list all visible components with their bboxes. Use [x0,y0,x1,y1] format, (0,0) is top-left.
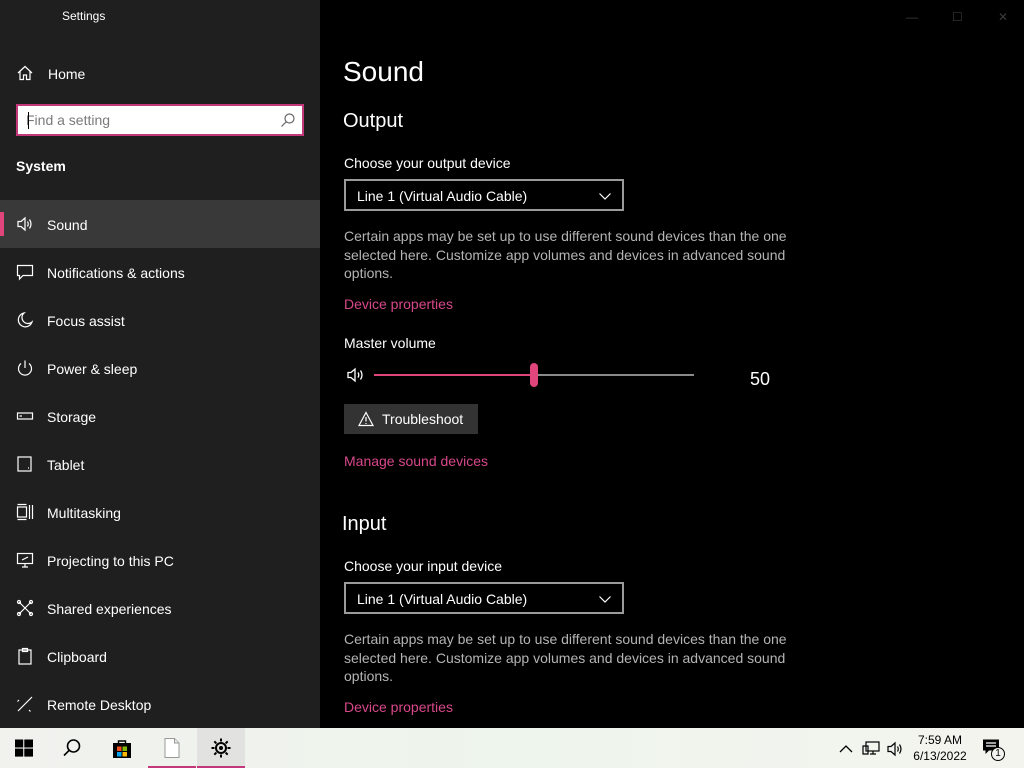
clock-time: 7:59 AM [917,733,963,747]
sidebar-item-multitasking[interactable]: Multitasking [0,488,320,536]
main-content: Sound Output Choose your output device L… [320,0,1024,728]
input-device-dropdown[interactable]: Line 1 (Virtual Audio Cable) [344,582,624,614]
gear-icon [211,738,231,758]
taskbar-clock[interactable]: 7:59 AM 6/13/2022 [904,732,976,764]
projecting-icon [16,552,34,568]
output-device-properties-link[interactable]: Device properties [344,296,453,312]
sidebar-item-focus-assist[interactable]: Focus assist [0,296,320,344]
output-device-dropdown[interactable]: Line 1 (Virtual Audio Cable) [344,179,624,211]
sidebar-item-projecting[interactable]: Projecting to this PC [0,536,320,584]
sidebar-item-label: Clipboard [47,649,107,665]
sidebar-item-label: Remote Desktop [47,697,152,713]
taskbar-search-button[interactable] [48,728,96,768]
sidebar-item-label: Sound [47,217,88,233]
search-input[interactable] [26,111,276,129]
multitasking-icon [16,503,34,521]
sidebar-item-label: Focus assist [47,313,125,329]
input-device-properties-link[interactable]: Device properties [344,699,453,715]
minimize-button[interactable]: — [906,10,918,24]
input-device-label: Choose your input device [344,558,502,574]
taskbar: 7:59 AM 6/13/2022 1 [0,728,1024,768]
output-device-value: Line 1 (Virtual Audio Cable) [357,188,528,204]
document-icon [164,738,180,758]
sidebar-item-label: Shared experiences [47,601,172,617]
troubleshoot-button[interactable]: Troubleshoot [344,404,478,434]
sidebar: Settings Home System Sound Notifications… [0,0,320,728]
sidebar-item-remote-desktop[interactable]: Remote Desktop [0,680,320,728]
master-volume-label: Master volume [344,335,436,351]
store-icon [113,740,131,758]
troubleshoot-label: Troubleshoot [382,411,464,427]
sidebar-nav: Sound Notifications & actions Focus assi… [0,200,320,728]
app-title: Settings [62,9,106,23]
chevron-down-icon [599,596,611,603]
remote-desktop-icon [17,696,33,712]
input-device-value: Line 1 (Virtual Audio Cable) [357,591,528,607]
slider-fill [374,374,534,376]
input-description: Certain apps may be set up to use differ… [344,631,787,684]
master-volume-slider[interactable] [374,363,694,387]
maximize-button[interactable]: ☐ [952,10,963,24]
power-icon [17,360,33,376]
sidebar-item-label: Multitasking [47,505,121,521]
windows-logo-icon [15,739,33,757]
page-title: Sound [343,56,424,87]
search-icon [63,739,81,757]
sidebar-item-storage[interactable]: Storage [0,392,320,440]
sidebar-home-label: Home [48,66,86,82]
notepad-button[interactable] [148,728,196,768]
shared-experiences-icon [16,599,34,617]
section-heading: System [16,158,66,174]
start-button[interactable] [0,728,48,768]
text-caret [28,112,29,129]
sidebar-item-label: Tablet [47,457,85,473]
network-icon[interactable] [862,740,880,758]
sidebar-item-tablet[interactable]: Tablet [0,440,320,488]
warning-icon [358,411,374,427]
sidebar-item-power-sleep[interactable]: Power & sleep [0,344,320,392]
slider-thumb[interactable] [530,363,538,387]
notification-icon [16,264,34,281]
sidebar-home[interactable]: Home [0,57,320,89]
chevron-up-icon[interactable] [838,741,854,757]
sidebar-item-label: Storage [47,409,97,425]
sidebar-item-label: Power & sleep [47,361,138,377]
moon-icon [17,311,34,328]
input-heading: Input [342,513,387,535]
chevron-down-icon [599,193,611,200]
clipboard-icon [18,647,32,665]
settings-button[interactable] [197,728,245,768]
window-controls: — ☐ ✕ [884,0,1024,32]
store-button[interactable] [98,728,146,768]
notification-count-badge: 1 [991,747,1005,761]
sidebar-item-label: Projecting to this PC [47,553,174,569]
sidebar-item-shared-experiences[interactable]: Shared experiences [0,584,320,632]
search-icon[interactable] [280,112,296,128]
speaker-icon [17,216,32,232]
tablet-icon [17,456,32,472]
sidebar-item-clipboard[interactable]: Clipboard [0,632,320,680]
search-box[interactable] [16,104,304,136]
close-button[interactable]: ✕ [998,10,1008,24]
volume-tray-icon[interactable] [886,740,904,758]
clock-date: 6/13/2022 [913,749,967,763]
output-device-label: Choose your output device [344,155,511,171]
output-description: Certain apps may be set up to use differ… [344,228,787,281]
sidebar-item-sound[interactable]: Sound [0,200,320,248]
master-volume-value: 50 [750,369,771,389]
speaker-icon[interactable] [346,366,366,384]
manage-sound-devices-link[interactable]: Manage sound devices [344,453,488,469]
action-center-button[interactable]: 1 [982,738,1008,762]
storage-icon [16,412,34,420]
sidebar-item-label: Notifications & actions [47,265,185,281]
output-heading: Output [343,110,404,132]
home-icon [17,65,33,81]
sidebar-item-notifications[interactable]: Notifications & actions [0,248,320,296]
